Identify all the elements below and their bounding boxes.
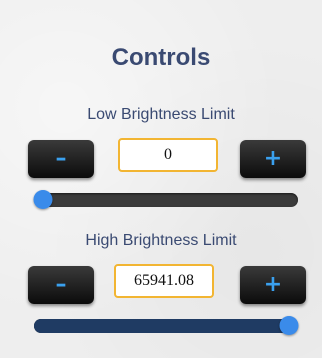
low-decrement-button[interactable]: – [28,140,94,178]
high-brightness-label: High Brightness Limit [85,232,237,249]
plus-icon: + [263,272,283,297]
minus-icon: – [55,146,67,171]
low-increment-button[interactable]: + [240,140,306,178]
controls-panel: Controls Low Brightness Limit – 0 + High… [0,0,322,358]
low-brightness-input[interactable]: 0 [118,138,218,172]
low-brightness-slider-thumb[interactable] [33,190,53,209]
low-brightness-label: Low Brightness Limit [87,106,235,123]
plus-icon: + [263,146,283,171]
high-brightness-slider-track[interactable] [34,316,299,335]
high-brightness-slider-thumb[interactable] [279,316,299,335]
high-increment-button[interactable]: + [240,266,306,304]
low-brightness-slider-track[interactable] [33,190,298,209]
minus-icon: – [55,272,67,297]
high-decrement-button[interactable]: – [28,266,94,304]
high-brightness-input[interactable]: 65941.08 [114,264,214,298]
high-brightness-slider-fill [34,319,289,333]
panel-title: Controls [111,44,211,71]
